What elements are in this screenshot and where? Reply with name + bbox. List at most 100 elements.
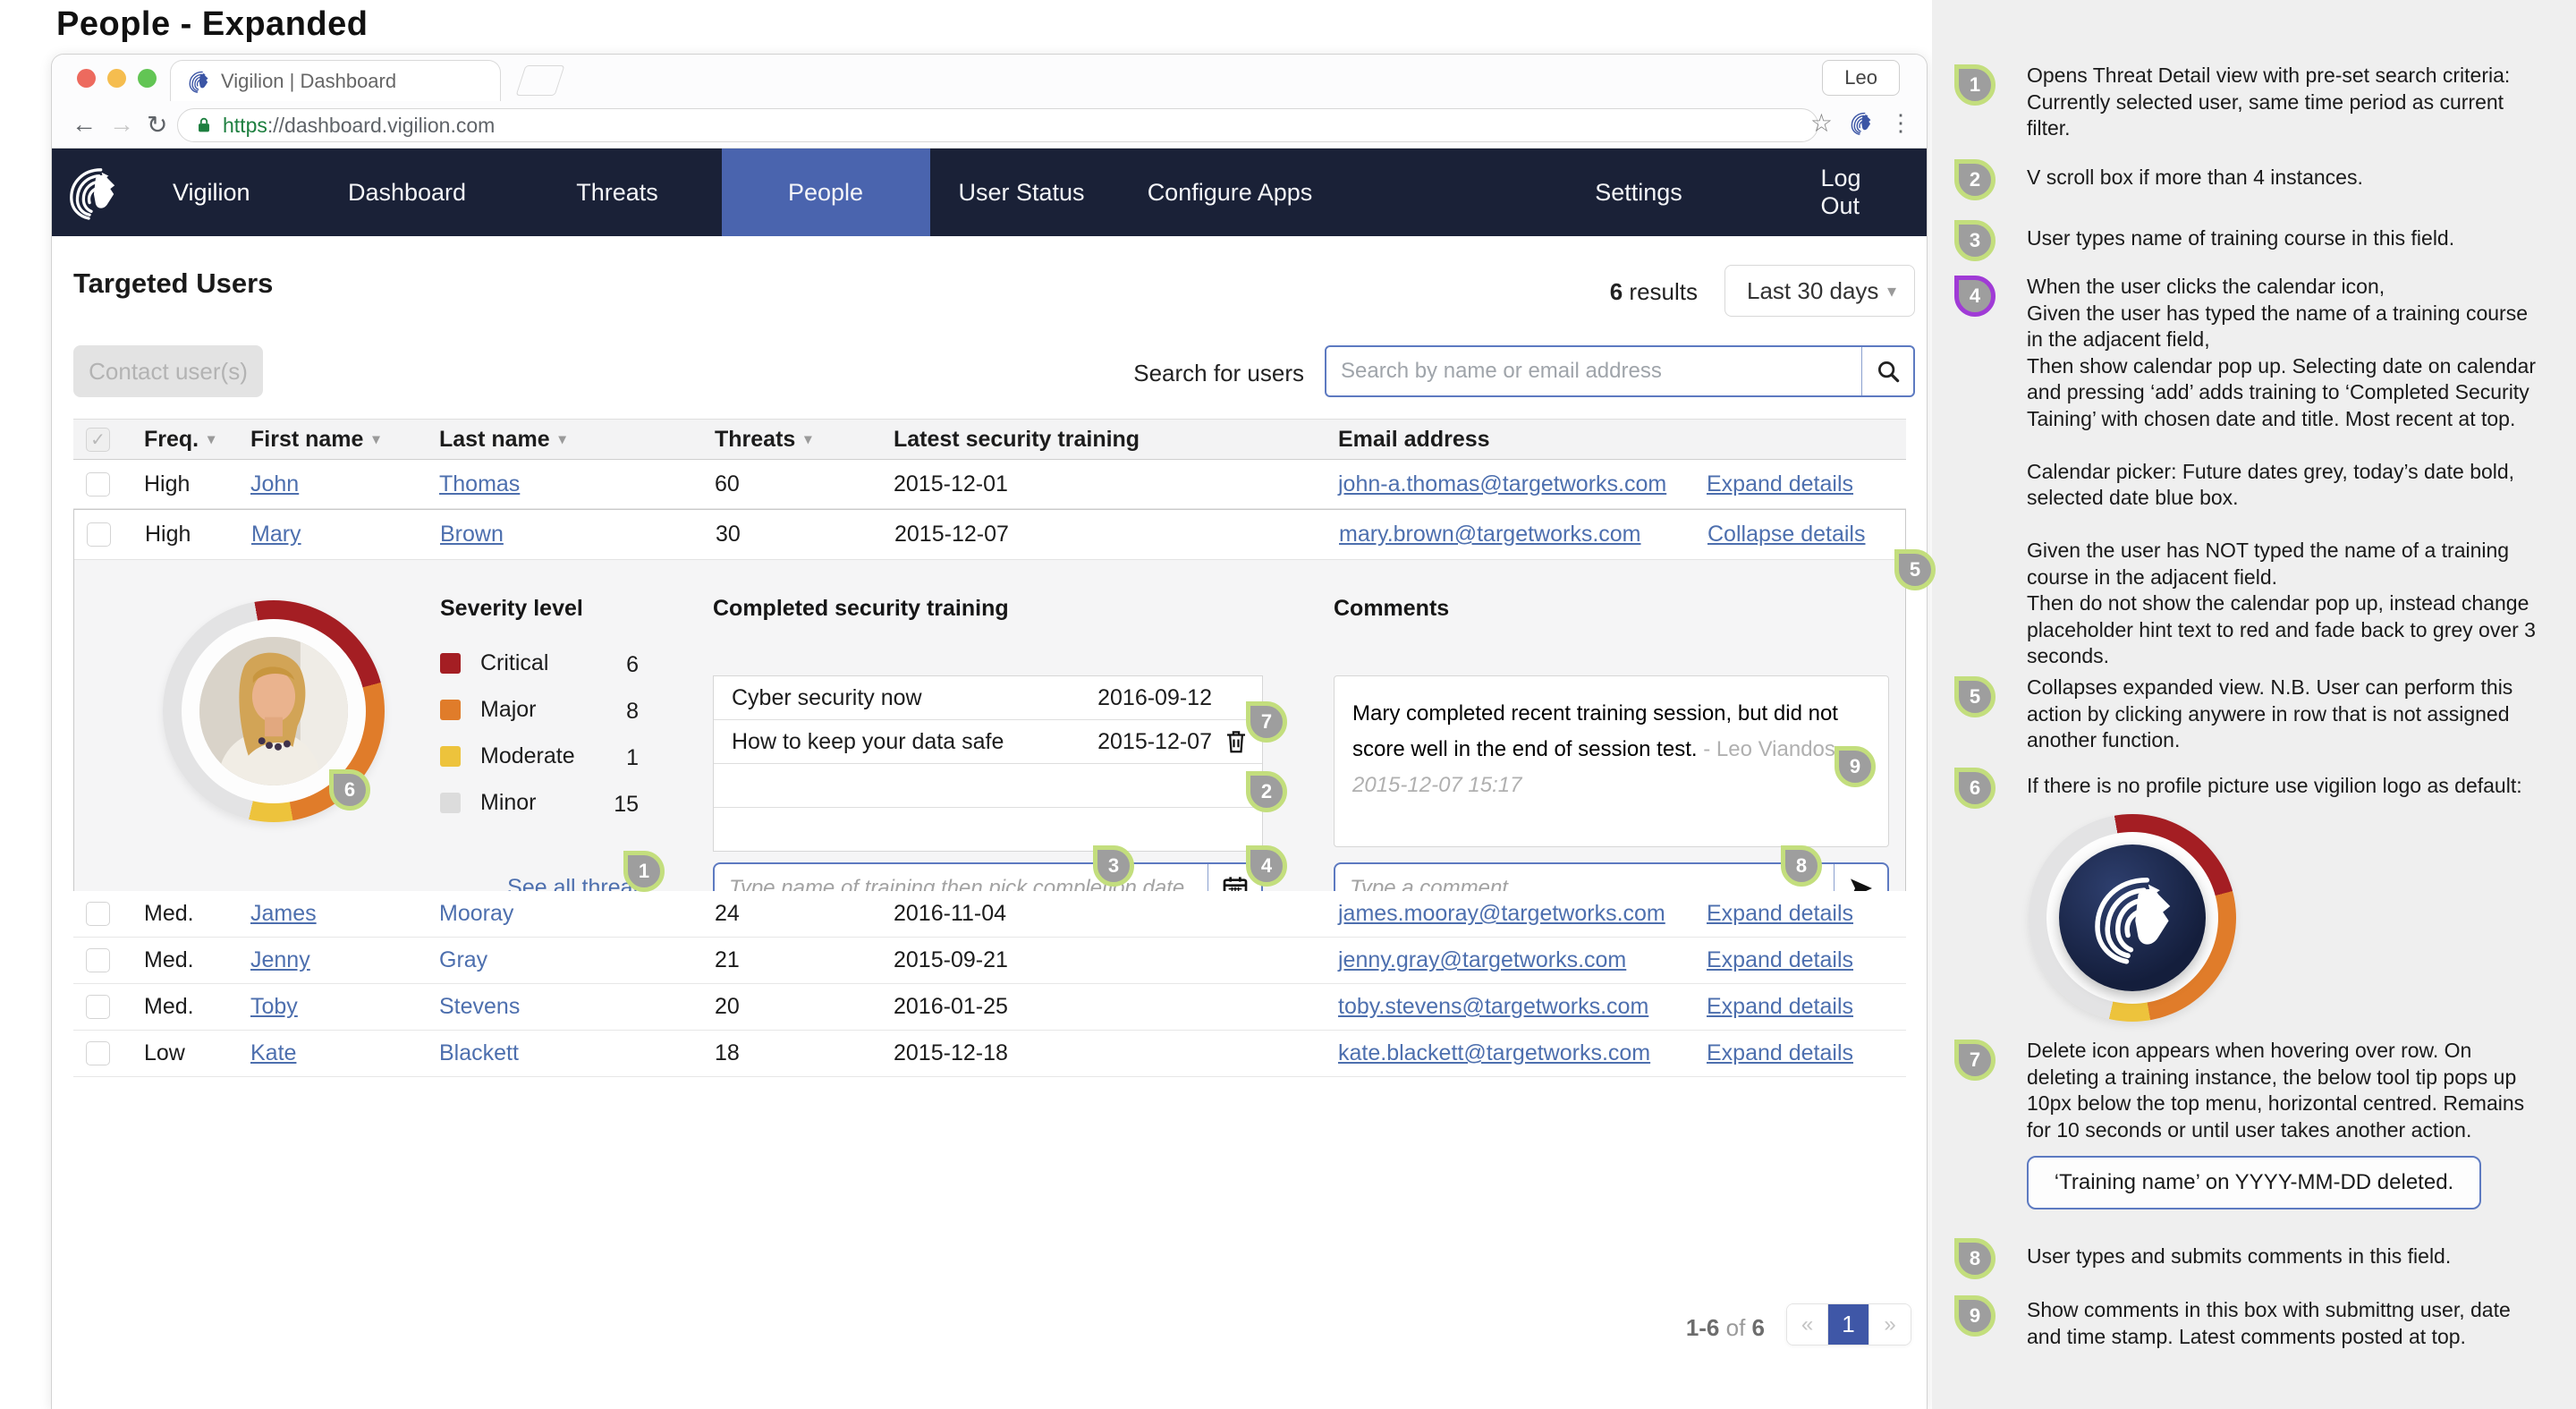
table-row[interactable]: High John Thomas 60 2015-12-01 john-a.th… — [73, 460, 1906, 509]
email-link[interactable]: toby.stevens@targetworks.com — [1338, 994, 1648, 1020]
cell-training: 2015-12-07 — [894, 510, 1009, 559]
first-name-link[interactable]: Mary — [251, 522, 301, 547]
email-link[interactable]: mary.brown@targetworks.com — [1339, 522, 1641, 547]
brand-name: Vigilion — [173, 149, 250, 236]
search-icon — [1875, 358, 1902, 385]
search-input[interactable] — [1326, 347, 1861, 395]
severity-title: Severity level — [440, 596, 583, 622]
table-row[interactable]: Low Kate Blackett 18 2015-12-18 kate.bla… — [73, 1031, 1906, 1077]
annotation-text: Opens Threat Detail view with pre-set se… — [2027, 63, 2549, 142]
extension-lion-icon[interactable] — [1849, 111, 1873, 135]
expand-details-link[interactable]: Expand details — [1707, 1040, 1853, 1066]
select-all-checkbox[interactable]: ✓ — [86, 428, 110, 452]
nav-item-threats[interactable]: Threats — [576, 149, 658, 236]
row-checkbox[interactable] — [86, 902, 110, 926]
expand-details-link[interactable]: Expand details — [1707, 947, 1853, 973]
delete-training-icon[interactable] — [1223, 728, 1250, 755]
callout-badge-2: 2 — [1246, 771, 1287, 812]
nav-item-log-out[interactable]: Log Out — [1821, 149, 1892, 236]
last-name-link[interactable]: Thomas — [439, 471, 520, 497]
annotation-text: When the user clicks the calendar icon, … — [2027, 274, 2549, 670]
annotation-badge-3: 3 — [1954, 220, 1996, 261]
last-name-link[interactable]: Mooray — [439, 901, 513, 927]
last-name-link[interactable]: Brown — [440, 522, 504, 547]
row-checkbox[interactable] — [86, 1041, 110, 1065]
delete-tooltip-example: ‘Training name’ on YYYY-MM-DD deleted. — [2027, 1156, 2481, 1210]
check-icon: ✓ — [90, 429, 106, 451]
nav-item-settings[interactable]: Settings — [1595, 149, 1682, 236]
first-name-link[interactable]: Toby — [250, 994, 298, 1020]
prev-page-button[interactable]: « — [1787, 1304, 1828, 1345]
email-link[interactable]: john-a.thomas@targetworks.com — [1338, 471, 1666, 497]
window-zoom-button[interactable] — [138, 69, 157, 88]
col-header-training: Latest security training — [894, 420, 1140, 459]
row-checkbox[interactable] — [86, 472, 110, 497]
table-row-selected[interactable]: High Mary Brown 30 2015-12-07 mary.brown… — [74, 510, 1905, 559]
table-row[interactable]: Med. Jenny Gray 21 2015-09-21 jenny.gray… — [73, 938, 1906, 984]
first-name-link[interactable]: Jenny — [250, 947, 310, 973]
annotation-badge-2: 2 — [1954, 159, 1996, 200]
email-link[interactable]: kate.blackett@targetworks.com — [1338, 1040, 1650, 1066]
collapse-details-link[interactable]: Collapse details — [1707, 522, 1866, 547]
email-link[interactable]: jenny.gray@targetworks.com — [1338, 947, 1626, 973]
bookmark-star-icon[interactable]: ☆ — [1810, 108, 1833, 138]
browser-tab[interactable]: Vigilion | Dashboard — [170, 60, 501, 102]
time-filter-dropdown[interactable]: Last 30 days ▾ — [1724, 265, 1915, 317]
reload-icon[interactable]: ↻ — [147, 110, 167, 140]
window-minimize-button[interactable] — [107, 69, 126, 88]
nav-item-user-status[interactable]: User Status — [958, 149, 1084, 236]
browser-menu-icon[interactable]: ⋮ — [1889, 109, 1912, 137]
user-search — [1325, 345, 1915, 397]
callout-badge-1: 1 — [623, 851, 665, 892]
row-checkbox[interactable] — [86, 948, 110, 972]
training-item-empty — [714, 808, 1262, 852]
page-1-button[interactable]: 1 — [1828, 1304, 1869, 1345]
search-button[interactable] — [1861, 347, 1913, 395]
first-name-link[interactable]: John — [250, 471, 299, 497]
expand-details-link[interactable]: Expand details — [1707, 471, 1853, 497]
col-header-last[interactable]: Last name▾ — [439, 420, 566, 459]
forward-icon[interactable]: → — [109, 110, 134, 139]
annotation-text: Show comments in this box with submittng… — [2027, 1297, 2549, 1350]
first-name-link[interactable]: Kate — [250, 1040, 296, 1066]
browser-window: Vigilion | Dashboard Leo ← → ↻ https://d… — [51, 54, 1928, 1409]
contact-users-button[interactable]: Contact user(s) — [73, 345, 263, 397]
col-header-freq[interactable]: Freq.▾ — [144, 420, 215, 459]
last-name-link[interactable]: Stevens — [439, 994, 520, 1020]
lock-icon — [194, 115, 214, 135]
next-page-button[interactable]: » — [1869, 1304, 1911, 1345]
table-row[interactable]: Med. James Mooray 24 2016-11-04 james.mo… — [73, 891, 1906, 938]
col-header-threats[interactable]: Threats▾ — [715, 420, 811, 459]
address-bar[interactable]: https://dashboard.vigilion.com — [177, 108, 1818, 142]
last-name-link[interactable]: Blackett — [439, 1040, 519, 1066]
nav-item-dashboard[interactable]: Dashboard — [348, 149, 466, 236]
back-icon[interactable]: ← — [72, 110, 97, 139]
nav-item-configure-apps[interactable]: Configure Apps — [1148, 149, 1313, 236]
url-text: ://dashboard.vigilion.com — [267, 114, 495, 137]
col-header-first[interactable]: First name▾ — [250, 420, 379, 459]
first-name-link[interactable]: James — [250, 901, 317, 927]
training-item: Cyber security now 2016-09-12 — [714, 676, 1262, 720]
expand-details-link[interactable]: Expand details — [1707, 901, 1853, 927]
chevron-down-icon: ▾ — [1887, 280, 1896, 302]
nav-item-people[interactable]: People — [788, 149, 863, 236]
major-swatch — [440, 700, 461, 720]
new-tab-button[interactable] — [515, 65, 564, 96]
expand-details-link[interactable]: Expand details — [1707, 994, 1853, 1020]
cell-threats: 18 — [715, 1031, 740, 1076]
annotation-text: Delete icon appears when hovering over r… — [2027, 1038, 2549, 1143]
row-checkbox[interactable] — [86, 995, 110, 1019]
training-item-empty — [714, 764, 1262, 808]
vigilion-logo-icon — [64, 165, 120, 220]
row-checkbox[interactable] — [87, 522, 111, 547]
browser-profile-button[interactable]: Leo — [1822, 60, 1900, 96]
main-nav: Vigilion Dashboard Threats People User S… — [52, 149, 1927, 236]
cell-training: 2016-11-04 — [894, 891, 1006, 937]
results-count-label: results — [1623, 278, 1698, 305]
email-link[interactable]: james.mooray@targetworks.com — [1338, 901, 1665, 927]
window-close-button[interactable] — [77, 69, 96, 88]
training-name: How to keep your data safe — [732, 720, 1004, 763]
annotation-text: User types and submits comments in this … — [2027, 1243, 2549, 1270]
last-name-link[interactable]: Gray — [439, 947, 487, 973]
table-row[interactable]: Med. Toby Stevens 20 2016-01-25 toby.ste… — [73, 984, 1906, 1031]
